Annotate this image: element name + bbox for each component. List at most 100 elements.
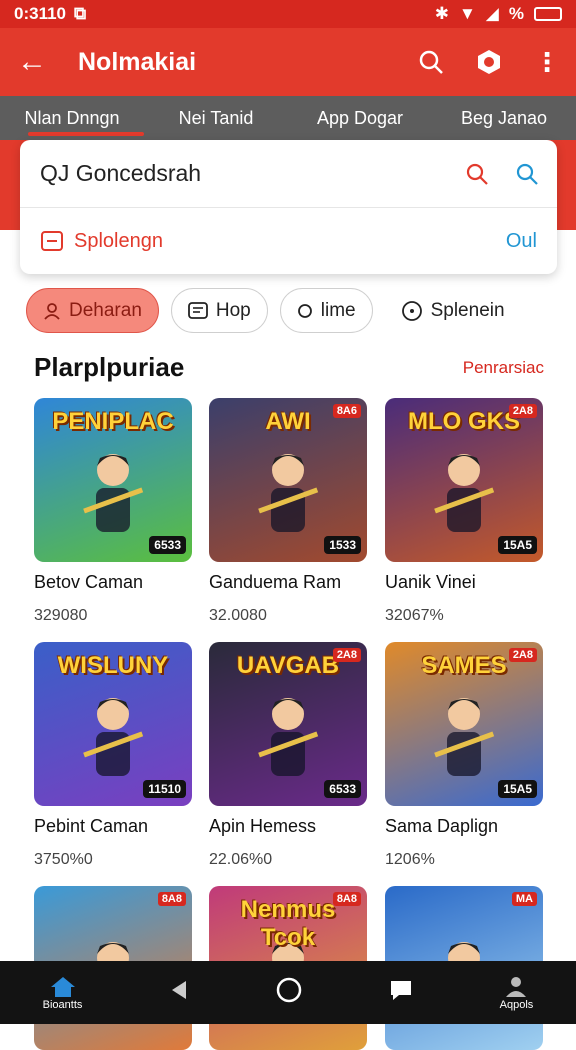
bottom-nav: Bioantts Aqpols — [0, 961, 576, 1024]
character-illustration — [434, 454, 495, 532]
nav-profile-label: Aqpols — [499, 998, 534, 1011]
game-name: Ganduema Ram — [209, 572, 342, 592]
character-illustration — [83, 454, 144, 532]
battery-label: % — [508, 4, 524, 23]
game-price: 1206% — [385, 851, 435, 868]
status-time: 0:3110 — [14, 4, 66, 23]
rating-tag: 2A8 — [508, 648, 537, 662]
game-title-art: WISLUNY — [57, 652, 169, 679]
message-icon — [187, 301, 208, 320]
character-illustration — [83, 698, 144, 776]
rating-tag: 2A8 — [508, 404, 537, 418]
hexagon-icon — [478, 50, 500, 74]
game-price: 3750%0 — [34, 851, 93, 868]
home-icon — [50, 976, 75, 997]
section-header: Plarplpuriae Penrarsiac — [34, 352, 544, 383]
settings-button[interactable] — [460, 48, 518, 76]
game-name: Pebint Caman — [34, 816, 149, 836]
see-more-link[interactable]: Penrarsiac — [463, 358, 544, 378]
chip-3[interactable]: lime — [279, 288, 373, 333]
filter-chips: Deharan Hop lime Splenein — [26, 288, 521, 333]
game-card[interactable]: UAVGAB 2A8 6533 Apin Hemess 22.06%0 — [209, 642, 367, 869]
game-thumbnail: AWI 8A6 1533 — [209, 398, 367, 562]
compass-icon — [401, 300, 423, 322]
game-name: Uanik Vinei — [385, 572, 476, 592]
game-price: 22.06%0 — [209, 851, 273, 868]
game-card[interactable]: PENIPLAC 6533 Betov Caman 329080 — [34, 398, 192, 625]
bluetooth-icon: ✱ — [434, 4, 449, 23]
rating-tag: 8A6 — [332, 404, 361, 418]
game-card[interactable]: AWI 8A6 1533 Ganduema Ram 32.0080 — [209, 398, 367, 625]
rating-tag: 2A8 — [332, 648, 361, 662]
tab-4[interactable]: Beg Janao — [432, 96, 576, 140]
search-submit-icon[interactable] — [515, 162, 539, 186]
game-price: 329080 — [34, 607, 88, 624]
chip-2[interactable]: Hop — [170, 288, 268, 333]
calendar-icon — [41, 231, 63, 251]
rating-tag: MA — [511, 892, 537, 906]
search-button[interactable] — [402, 49, 460, 75]
app-bar: ← Nolmakiai ⋮ — [0, 28, 576, 96]
nav-home[interactable]: Bioantts — [42, 975, 83, 1011]
game-thumbnail: PENIPLAC 6533 — [34, 398, 192, 562]
suggestion-text: Splolengn — [74, 229, 163, 252]
back-icon[interactable] — [168, 979, 190, 1006]
search-input[interactable]: QJ Goncedsrah — [40, 160, 439, 187]
suggestion-action[interactable]: Oul — [506, 230, 537, 253]
person-icon — [43, 302, 61, 320]
game-card[interactable]: SAMES 2A8 15A5 Sama Daplign 1206% — [385, 642, 543, 869]
download-badge: 1533 — [324, 536, 361, 554]
rating-tag: 8A8 — [157, 892, 186, 906]
nav-profile[interactable]: Aqpols — [499, 975, 534, 1011]
circle-icon — [297, 303, 313, 319]
chip-1[interactable]: Deharan — [26, 288, 159, 333]
wifi-icon: ▼ — [458, 4, 476, 23]
screenshot-icon: ⧉ — [74, 4, 87, 23]
game-name: Apin Hemess — [209, 816, 317, 836]
tab-bar: Nlan Dnngn Nei Tanid App Dogar Beg Janao — [0, 96, 576, 140]
game-name: Sama Daplign — [385, 816, 499, 836]
game-thumbnail: MLO GKS 2A8 15A5 — [385, 398, 543, 562]
character-illustration — [258, 454, 319, 532]
chip-label: Hop — [215, 299, 251, 321]
suggestion-row[interactable]: Splolengn Oul — [20, 208, 557, 274]
back-arrow-icon[interactable]: ← — [0, 45, 64, 79]
search-row[interactable]: QJ Goncedsrah — [20, 140, 557, 208]
game-title-art: PENIPLAC — [52, 408, 174, 435]
game-thumbnail: UAVGAB 2A8 6533 — [209, 642, 367, 806]
section-title: Plarplpuriae — [34, 352, 185, 382]
chip-label: Deharan — [69, 299, 142, 321]
search-card: QJ Goncedsrah Splolengn Oul — [20, 140, 557, 274]
game-price: 32.0080 — [209, 607, 267, 624]
page-title: Nolmakiai — [78, 47, 197, 76]
chip-4[interactable]: Splenein — [384, 288, 521, 333]
download-badge: 15A5 — [498, 780, 537, 798]
download-badge: 6533 — [324, 780, 361, 798]
game-price: 32067% — [385, 607, 444, 624]
search-icon[interactable] — [465, 162, 489, 186]
game-thumbnail: WISLUNY 11510 — [34, 642, 192, 806]
chat-icon[interactable] — [388, 978, 414, 1007]
rating-tag: 8A8 — [332, 892, 361, 906]
profile-icon — [506, 976, 527, 997]
download-badge: 15A5 — [498, 536, 537, 554]
tab-3[interactable]: App Dogar — [288, 96, 432, 140]
download-badge: 6533 — [149, 536, 186, 554]
game-name: Betov Caman — [34, 572, 144, 592]
nav-home-label: Bioantts — [42, 998, 83, 1011]
game-card[interactable]: MLO GKS 2A8 15A5 Uanik Vinei 32067% — [385, 398, 543, 625]
game-thumbnail: SAMES 2A8 15A5 — [385, 642, 543, 806]
chip-label: lime — [320, 299, 356, 321]
character-illustration — [434, 698, 495, 776]
game-card[interactable]: WISLUNY 11510 Pebint Caman 3750%0 — [34, 642, 192, 869]
chip-label: Splenein — [430, 299, 505, 321]
battery-icon — [534, 7, 562, 21]
tab-1[interactable]: Nlan Dnngn — [0, 96, 144, 140]
home-circle-icon[interactable] — [275, 976, 303, 1009]
status-bar: 0:3110 ⧉ ✱ ▼ ◢ % — [0, 0, 576, 28]
signal-icon: ◢ — [485, 4, 499, 23]
search-icon — [419, 50, 443, 74]
character-illustration — [258, 698, 319, 776]
more-options-icon[interactable]: ⋮ — [518, 47, 576, 78]
tab-2[interactable]: Nei Tanid — [144, 96, 288, 140]
